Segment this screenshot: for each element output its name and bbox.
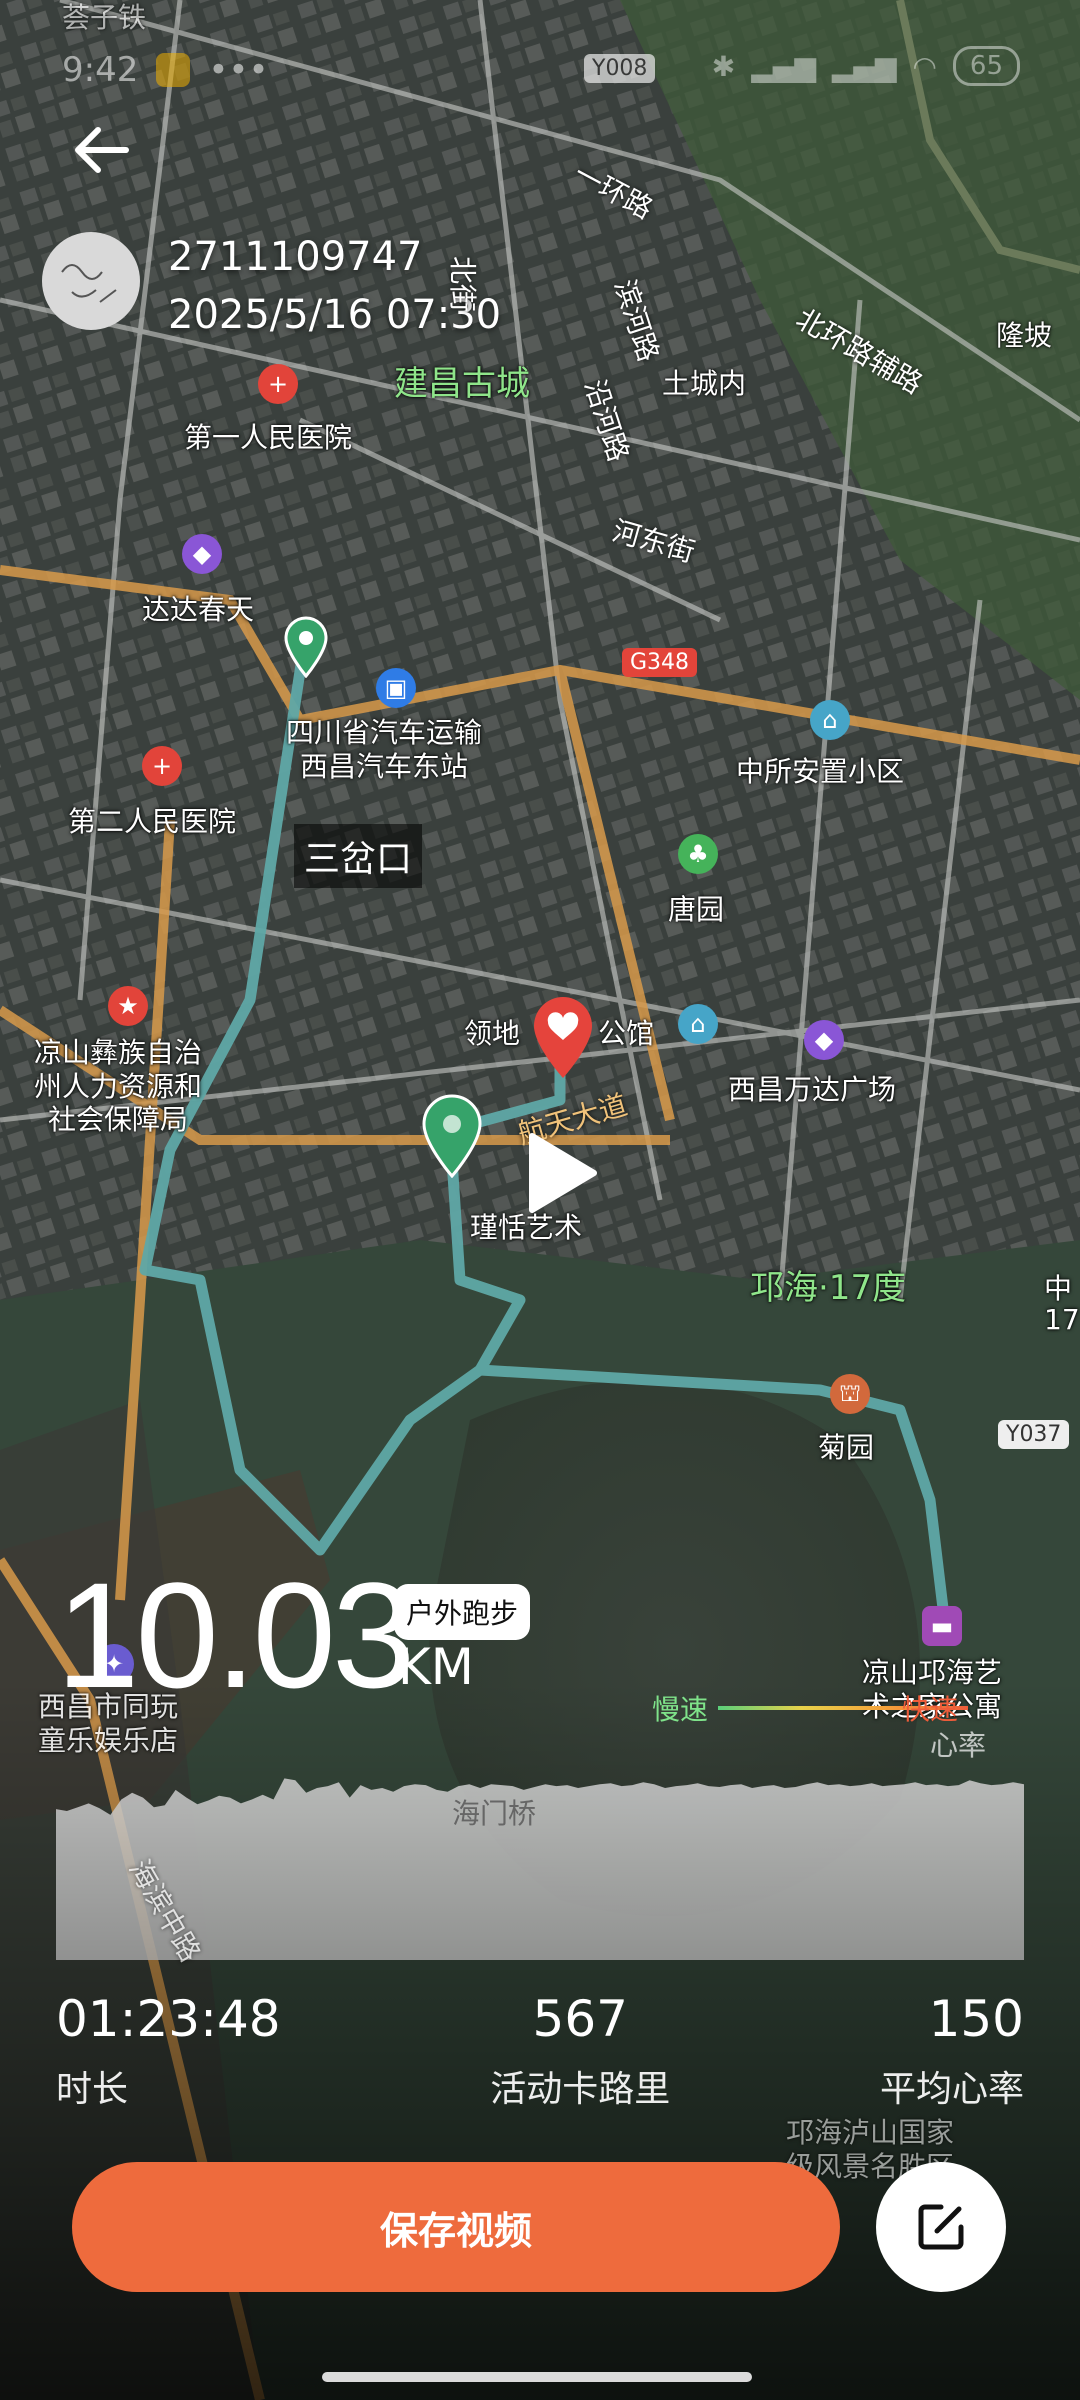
stats-row: 01:23:48 时长 567 活动卡路里 150 平均心率 <box>56 1990 1024 2112</box>
user-id: 2711109747 <box>168 234 423 280</box>
avatar <box>42 232 140 330</box>
save-video-button[interactable]: 保存视频 <box>72 2162 840 2292</box>
signal-icon: ▂▄▆ <box>751 49 816 83</box>
edit-button[interactable] <box>876 2162 1006 2292</box>
road-label: 北街 <box>446 255 480 313</box>
hospital-pin-icon[interactable]: + <box>258 364 298 404</box>
map-label: 第二人民医院 <box>68 805 237 838</box>
clock: 9:42 <box>62 50 139 90</box>
map-label: 海门桥 <box>452 1797 537 1830</box>
heart-rate-value: 150 <box>928 1990 1024 2048</box>
bus-pin-icon[interactable]: ▣ <box>376 668 416 708</box>
road-shield: Y008 <box>584 54 656 83</box>
home-indicator <box>322 2372 752 2382</box>
stat-duration: 01:23:48 时长 <box>56 1990 281 2112</box>
bluetooth-icon: ✱ <box>711 49 736 83</box>
pace-slow-label: 慢速 <box>652 1693 709 1726</box>
heart-rate-stat-label: 平均心率 <box>879 2069 1024 2110</box>
stat-heart-rate: 150 平均心率 <box>880 1990 1024 2112</box>
wifi-icon: ◠ <box>912 49 937 83</box>
status-icons: ✱ ▂▄▆ ▂▄▆ ◠ 65 <box>712 46 1020 86</box>
pace-fast-label: 快速 <box>902 1693 959 1726</box>
pace-legend: 慢速 快速 <box>652 1688 969 1728</box>
heart-rate-label: 心率 <box>930 1729 987 1762</box>
map-label: 荟子铁 <box>62 1 147 34</box>
heart-marker-icon <box>534 997 592 1078</box>
map-label: 达达春天 <box>142 593 255 626</box>
map-label: 领地 <box>464 1017 521 1050</box>
hotel-pin-icon[interactable]: ▬ <box>922 1606 962 1646</box>
map-label: 邛海·17度 <box>750 1268 907 1308</box>
hospital-pin-icon[interactable]: + <box>142 746 182 786</box>
distance-value: 10.03 <box>56 1551 415 1719</box>
government-pin-icon[interactable]: ★ <box>108 986 148 1026</box>
road-shield: G348 <box>622 648 698 677</box>
map-label: 凉山彝族自治 州人力资源和 社会保障局 <box>34 1036 203 1137</box>
back-button[interactable] <box>70 118 134 182</box>
edit-icon <box>918 2204 964 2250</box>
play-icon <box>529 1133 597 1213</box>
sport-type-badge: 户外跑步 <box>394 1584 531 1640</box>
map-label: 西昌万达广场 <box>728 1073 897 1106</box>
map-label: 四川省汽车运输 西昌汽车东站 <box>286 716 483 783</box>
arrow-left-icon <box>75 127 129 173</box>
stat-calories: 567 活动卡路里 <box>490 1990 670 2112</box>
map-label: 土城内 <box>662 367 747 400</box>
map-label: 第一人民医院 <box>184 421 353 454</box>
battery-indicator: 65 <box>952 46 1020 86</box>
calories-label: 活动卡路里 <box>490 2069 671 2110</box>
status-bar: 9:42 ••• <box>62 40 269 100</box>
end-marker-icon <box>422 1094 482 1178</box>
duration-label: 时长 <box>56 2069 129 2110</box>
map-label: 唐园 <box>668 893 725 926</box>
duration-value: 01:23:48 <box>56 1990 281 2048</box>
shopping-pin-icon[interactable]: ◆ <box>804 1020 844 1060</box>
road-shield: Y037 <box>998 1420 1070 1449</box>
distance-unit: KM <box>398 1638 474 1696</box>
residential-pin-icon[interactable]: ⌂ <box>810 700 850 740</box>
more-dots-icon: ••• <box>208 50 269 90</box>
attraction-pin-icon[interactable]: ⛫ <box>830 1374 870 1414</box>
start-marker-icon <box>284 616 328 678</box>
calories-value: 567 <box>532 1990 628 2048</box>
park-pin-icon[interactable]: ♣ <box>678 834 718 874</box>
map-label: 建昌古城 <box>394 364 530 404</box>
map-label: 菊园 <box>818 1431 875 1464</box>
map-label: 中 17 <box>1044 1272 1080 1336</box>
map-label: 公馆 <box>598 1017 655 1050</box>
shopping-pin-icon[interactable]: ◆ <box>182 534 222 574</box>
map-callout: 三岔口 <box>294 824 423 888</box>
play-button[interactable] <box>512 1128 602 1218</box>
signal-2-icon: ▂▄▆ <box>831 49 897 83</box>
map-label: 隆坡 <box>996 319 1053 352</box>
map-label: 中所安置小区 <box>736 755 905 788</box>
residential-pin-icon[interactable]: ⌂ <box>678 1004 718 1044</box>
notification-icon <box>156 53 191 87</box>
